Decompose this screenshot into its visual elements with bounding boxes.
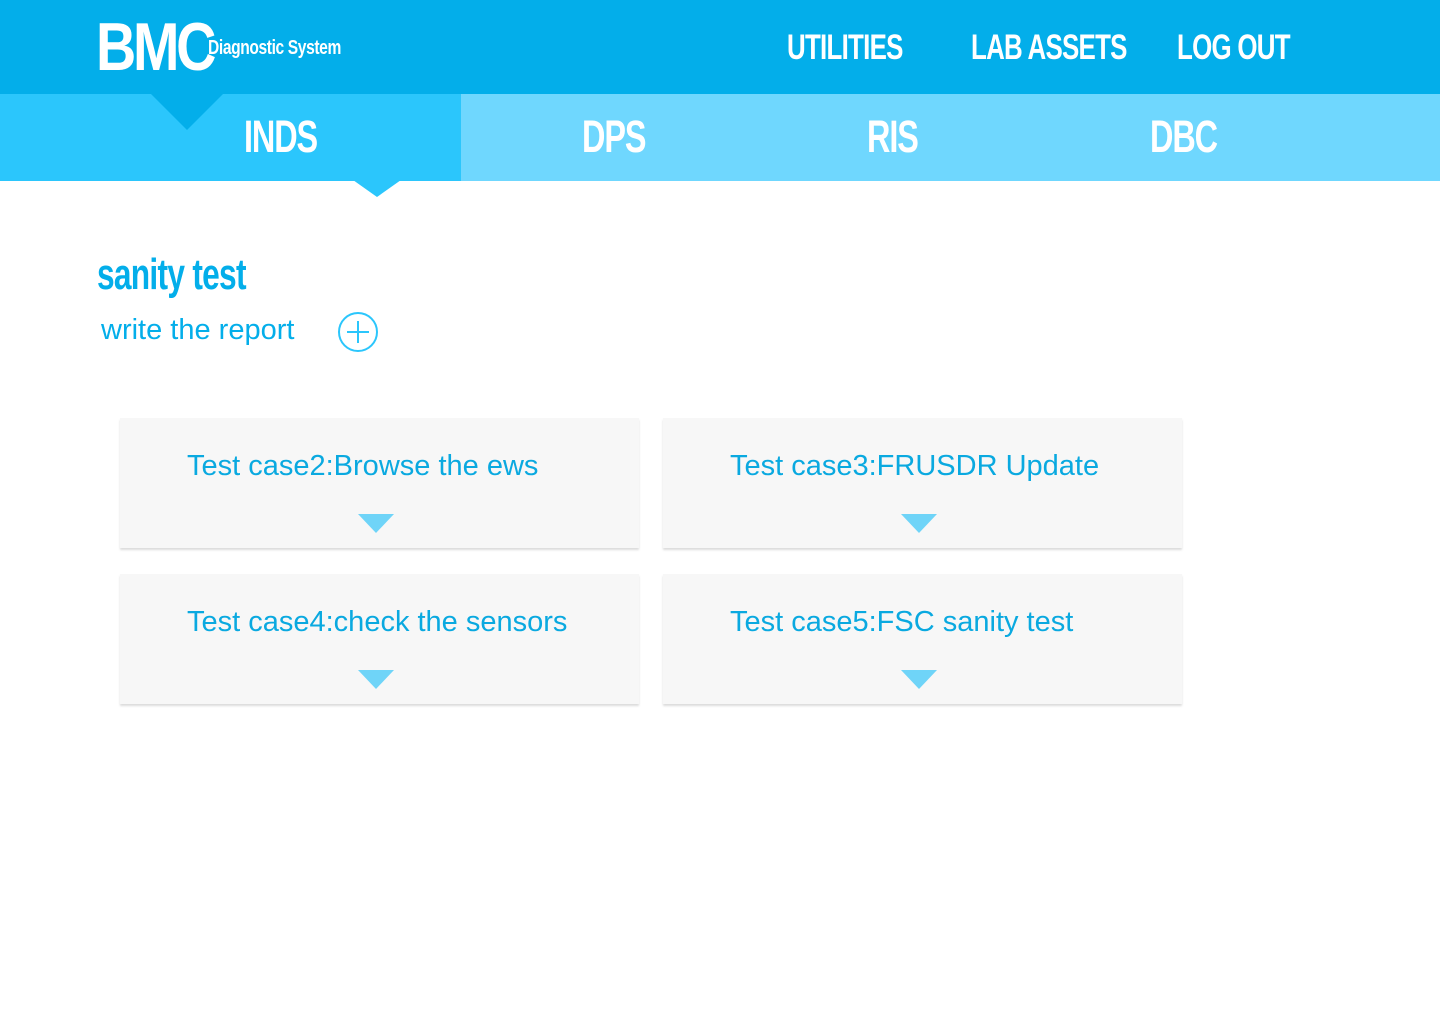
test-case-title: Test case5:FSC sanity test [730, 606, 1074, 638]
header-notch [150, 93, 224, 130]
nav-utilities[interactable]: UTILITIES [787, 28, 903, 68]
tab-active-highlight [0, 94, 461, 181]
caret-down-icon[interactable] [901, 670, 937, 689]
test-case-card[interactable]: Test case2:Browse the ews [120, 418, 639, 548]
test-case-card[interactable]: Test case3:FRUSDR Update [663, 418, 1182, 548]
add-report-button[interactable] [337, 311, 379, 353]
page-title: sanity test [97, 250, 247, 299]
tab-dbc[interactable]: DBC [1150, 112, 1218, 162]
logo-mark: BMC [96, 9, 216, 85]
tab-inds[interactable]: INDS [244, 112, 318, 162]
logo[interactable]: BMC Diagnostic System [96, 12, 378, 82]
test-case-title: Test case2:Browse the ews [187, 450, 539, 482]
tab-active-indicator [353, 180, 401, 197]
header-bar: BMC Diagnostic System UTILITIES LAB ASSE… [0, 0, 1440, 130]
plus-circle-icon [338, 312, 378, 352]
test-case-title: Test case4:check the sensors [187, 606, 568, 638]
test-case-card[interactable]: Test case5:FSC sanity test [663, 574, 1182, 704]
test-case-title: Test case3:FRUSDR Update [730, 450, 1100, 482]
caret-down-icon[interactable] [901, 514, 937, 533]
caret-down-icon[interactable] [358, 670, 394, 689]
test-case-card[interactable]: Test case4:check the sensors [120, 574, 639, 704]
nav-log-out[interactable]: LOG OUT [1177, 28, 1291, 68]
logo-subtitle: Diagnostic System [208, 36, 341, 59]
tab-dps[interactable]: DPS [582, 112, 646, 162]
tab-ris[interactable]: RIS [867, 112, 919, 162]
nav-lab-assets[interactable]: LAB ASSETS [971, 28, 1127, 68]
write-report-link[interactable]: write the report [101, 312, 294, 348]
caret-down-icon[interactable] [358, 514, 394, 533]
